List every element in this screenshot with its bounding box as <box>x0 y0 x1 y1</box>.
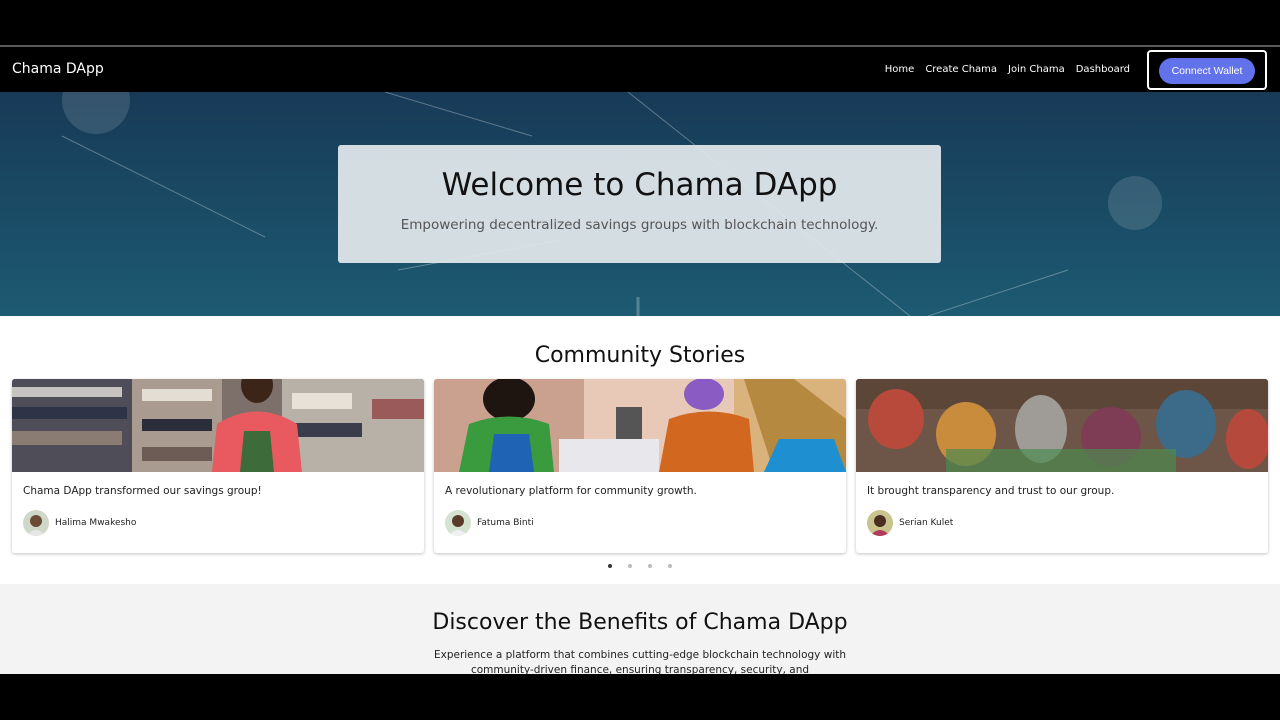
story-photo-market <box>12 379 424 472</box>
carousel-dots <box>0 564 1280 568</box>
nav-links: Home Create Chama Join Chama Dashboard <box>874 64 1130 75</box>
connect-wallet-button[interactable]: Connect Wallet <box>1159 58 1255 84</box>
story-photo-group <box>856 379 1268 472</box>
nav-link-create-chama[interactable]: Create Chama <box>925 64 997 75</box>
decor-line <box>927 269 1069 316</box>
nav-link-dashboard[interactable]: Dashboard <box>1076 64 1130 75</box>
story-photo-laptop <box>434 379 846 472</box>
brand-logo-text[interactable]: Chama DApp <box>12 61 104 77</box>
story-quote: Chama DApp transformed our savings group… <box>23 485 262 497</box>
benefits-section: Discover the Benefits of Chama DApp Expe… <box>0 584 1280 674</box>
author-avatar <box>445 510 471 536</box>
hero-subtitle: Empowering decentralized savings groups … <box>400 217 879 233</box>
story-quote: It brought transparency and trust to our… <box>867 485 1115 497</box>
connect-wallet-focus-ring: Connect Wallet <box>1147 50 1267 90</box>
nav-link-join-chama[interactable]: Join Chama <box>1008 64 1065 75</box>
carousel-dot-3[interactable] <box>648 564 652 568</box>
story-card[interactable]: A revolutionary platform for community g… <box>434 379 846 553</box>
screen-top-letterbox <box>0 0 1280 46</box>
decor-line <box>384 92 533 137</box>
carousel-dot-4[interactable] <box>668 564 672 568</box>
benefits-description: Experience a platform that combines cutt… <box>433 649 847 674</box>
author-name: Halima Mwakesho <box>55 518 137 528</box>
carousel-dot-2[interactable] <box>628 564 632 568</box>
navbar: Chama DApp Home Create Chama Join Chama … <box>0 47 1280 92</box>
story-card[interactable]: Chama DApp transformed our savings group… <box>12 379 424 553</box>
story-quote: A revolutionary platform for community g… <box>445 485 697 497</box>
nav-link-home[interactable]: Home <box>885 64 915 75</box>
author-name: Fatuma Binti <box>477 518 534 528</box>
decor-circle <box>62 92 130 134</box>
story-card[interactable]: It brought transparency and trust to our… <box>856 379 1268 553</box>
hero-title: Welcome to Chama DApp <box>441 167 838 203</box>
carousel-dot-1[interactable] <box>608 564 612 568</box>
author-avatar <box>867 510 893 536</box>
benefits-title: Discover the Benefits of Chama DApp <box>432 610 848 635</box>
community-stories-section: Community Stories Chama DApp transformed… <box>0 316 1280 584</box>
stories-title: Community Stories <box>534 343 746 368</box>
author-name: Serian Kulet <box>899 518 954 528</box>
page-viewport: Chama DApp Home Create Chama Join Chama … <box>0 47 1280 674</box>
decor-circle <box>1108 176 1162 230</box>
hero-section: Welcome to Chama DApp Empowering decentr… <box>0 92 1280 316</box>
author-avatar <box>23 510 49 536</box>
hero-card: Welcome to Chama DApp Empowering decentr… <box>338 145 941 263</box>
decor-line <box>61 135 266 238</box>
screen-bottom-letterbox <box>0 674 1280 720</box>
